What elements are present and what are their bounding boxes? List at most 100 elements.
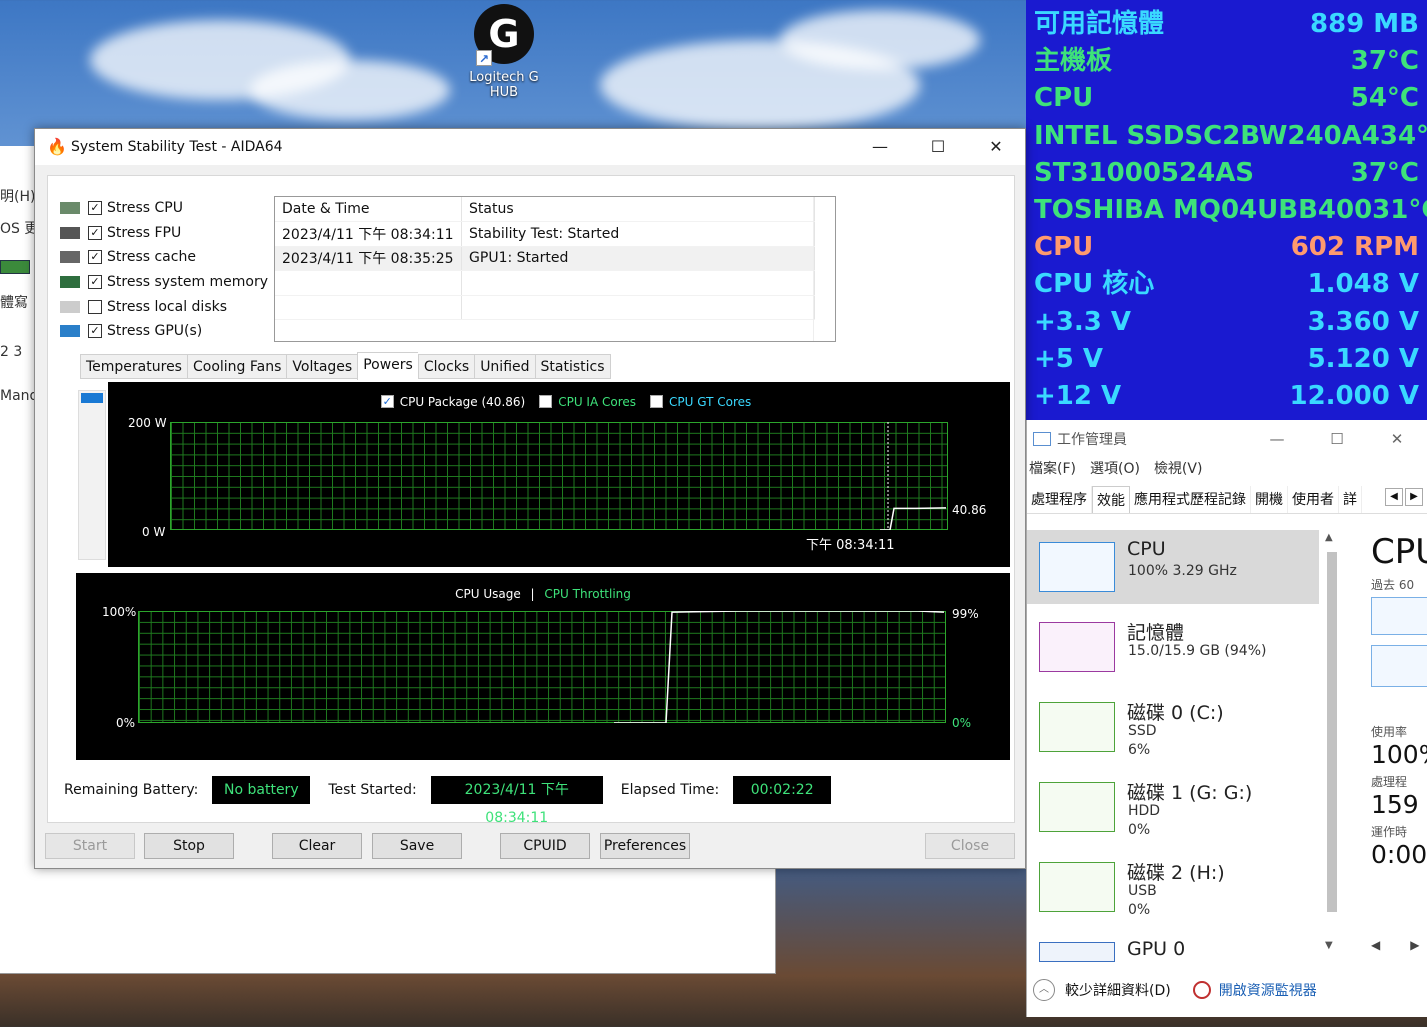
sensor-value: 602 RPM (1290, 232, 1419, 263)
sensor-label: CPU 核心 (1034, 269, 1155, 300)
logitech-g-logo-icon: G ↗ (474, 4, 534, 66)
table-row[interactable]: 2023/4/11 下午 08:34:11 Stability Test: St… (275, 221, 815, 247)
cpu-chip-icon (60, 202, 80, 215)
tm-tab[interactable]: 詳 (1339, 486, 1362, 513)
tm-menu-bar: 檔案(F) 選項(O) 檢視(V) (1027, 458, 1427, 482)
sensor-label: CPU (1034, 83, 1094, 114)
chevron-up-icon[interactable]: ▲ (1325, 532, 1333, 543)
col-header-datetime[interactable]: Date & Time (275, 197, 463, 222)
close-window-button[interactable]: ✕ (967, 129, 1025, 165)
tab-clocks[interactable]: Clocks (417, 354, 475, 379)
uptime-value: 0:00 (1371, 840, 1427, 869)
maximize-button[interactable]: ☐ (909, 129, 967, 165)
stress-checkbox[interactable]: ✓ (88, 324, 102, 339)
sensor-row: CPU 602 RPM (1026, 229, 1427, 266)
tab-cooling-fans[interactable]: Cooling Fans (186, 354, 287, 379)
sensor-value: 37°C (1350, 157, 1419, 188)
task-manager-window: 工作管理員 — ☐ ✕ 檔案(F) 選項(O) 檢視(V) 處理程序 效能 應用程式歷程… (1026, 420, 1427, 1017)
stop-button[interactable]: Stop (144, 833, 234, 859)
cpu-core-graph (1371, 597, 1427, 635)
tm-tab[interactable]: 開機 (1251, 486, 1288, 513)
tab-scroll-right-icon[interactable]: ▶ (1405, 488, 1423, 506)
tm-minimize-button[interactable]: — (1247, 430, 1307, 448)
tab-powers[interactable]: Powers (357, 352, 418, 380)
stress-option[interactable]: Stress local disks (60, 294, 268, 319)
chevron-down-icon[interactable]: ▼ (1325, 940, 1333, 951)
y-axis-bottom-label: 0 W (142, 525, 166, 539)
right-bottom-label: 0% (952, 716, 972, 730)
sensor-label: 主機板 (1034, 46, 1113, 77)
stress-checkbox[interactable]: ✓ (88, 225, 102, 240)
minimize-button[interactable]: — (851, 129, 909, 165)
perf-list-scrollbar[interactable]: ▲ ▼ (1323, 532, 1341, 958)
graph-list-scrollbar[interactable] (78, 390, 106, 560)
legend-checkbox[interactable] (650, 395, 664, 408)
chevron-up-circle-icon[interactable]: ︿ (1033, 979, 1055, 1001)
stress-checkbox[interactable]: ✓ (88, 250, 102, 265)
sensor-row: +12 V 12.000 V (1026, 378, 1427, 415)
tab-scroll-left-icon[interactable]: ◀ (1385, 488, 1403, 506)
sensor-row: CPU 核心 1.048 V (1026, 266, 1427, 303)
perf-list-item[interactable]: 磁碟 1 (G: G:) HDD 0% (1027, 770, 1319, 850)
perf-item-detail: 15.0/15.9 GB (94%) (1128, 642, 1266, 661)
log-scrollbar[interactable] (813, 197, 835, 341)
stress-checkbox[interactable]: ✓ (88, 275, 102, 290)
tm-tab[interactable]: 效能 (1092, 486, 1130, 513)
cpuid-button[interactable]: CPUID (500, 833, 590, 859)
save-button[interactable]: Save (372, 833, 462, 859)
sensor-row: TOSHIBA MQ04UBB40031°C (1026, 192, 1427, 229)
perf-list-item[interactable]: CPU 100% 3.29 GHz (1027, 530, 1319, 604)
bg-window-text: Mand (0, 388, 39, 404)
scroll-right-icon[interactable]: ▶ (1410, 938, 1419, 952)
scrollbar-thumb[interactable] (81, 393, 103, 403)
logitech-ghub-desktop-icon[interactable]: G ↗ Logitech G HUB (458, 4, 550, 100)
tm-close-button[interactable]: ✕ (1367, 430, 1427, 448)
perf-list-item[interactable]: 記憶體 15.0/15.9 GB (94%) (1027, 610, 1319, 690)
fewer-details-link[interactable]: 較少詳細資料(D) (1065, 980, 1171, 1000)
tm-tab[interactable]: 處理程序 (1027, 486, 1092, 513)
resource-monitor-link[interactable]: 開啟資源監視器 (1192, 980, 1317, 1000)
stress-option[interactable]: ✓ Stress cache (60, 245, 268, 270)
tab-temperatures[interactable]: Temperatures (80, 354, 187, 379)
sensor-row: 主機板 37°C (1026, 43, 1427, 80)
test-started-value: 2023/4/11 下午 08:34:11 (430, 776, 603, 826)
start-button[interactable]: Start (45, 833, 135, 859)
legend-checkbox[interactable] (539, 395, 553, 408)
tm-tab[interactable]: 應用程式歷程記錄 (1130, 486, 1251, 513)
tab-unified[interactable]: Unified (474, 354, 535, 379)
tab-statistics[interactable]: Statistics (534, 354, 611, 379)
perf-list-item[interactable]: 磁碟 2 (H:) USB 0% (1027, 850, 1319, 930)
y-axis-top-label: 100% (102, 605, 137, 619)
stress-option[interactable]: ✓ Stress CPU (60, 196, 268, 221)
table-row[interactable]: 2023/4/11 下午 08:35:25 GPU1: Started (275, 246, 815, 271)
stress-option[interactable]: ✓ Stress FPU (60, 221, 268, 246)
test-started-label: Test Started: (328, 782, 417, 798)
scrollbar-thumb[interactable] (1327, 552, 1337, 912)
stress-option[interactable]: ✓ Stress system memory (60, 270, 268, 295)
col-header-status[interactable]: Status (461, 197, 815, 222)
stress-checkbox[interactable]: ✓ (88, 201, 102, 216)
tab-voltages[interactable]: Voltages (286, 354, 358, 379)
menu-item[interactable]: 檔案(F) (1029, 458, 1076, 482)
menu-item[interactable]: 檢視(V) (1154, 458, 1203, 482)
tm-maximize-button[interactable]: ☐ (1307, 430, 1367, 448)
process-label: 處理程 (1371, 775, 1408, 789)
sensor-overlay-panel: 可用記憶體 889 MB 主機板 37°C CPU 54°C INTEL SSDSC2BW2… (1026, 0, 1427, 420)
y-axis-top-label: 200 W (128, 416, 167, 430)
menu-item[interactable]: 選項(O) (1090, 458, 1140, 482)
preferences-button[interactable]: Preferences (600, 833, 690, 859)
power-graph: ✓ CPU Package (40.86) CPU IA Cores CPU GT C… (108, 382, 1010, 567)
cpu-usage-legend: CPU Usage | CPU Throttling (76, 586, 1010, 601)
tm-tab[interactable]: 使用者 (1288, 486, 1339, 513)
stress-checkbox[interactable] (88, 299, 102, 314)
legend-checkbox[interactable]: ✓ (380, 395, 394, 408)
scroll-left-icon[interactable]: ◀ (1371, 938, 1380, 952)
cpu-detail-panel: CPU 過去 60 使用率 100% 處理程 159 運作時 0:00 (1371, 532, 1427, 972)
event-log-table[interactable]: Date & Time Status 2023/4/11 下午 08:34:11… (274, 196, 836, 342)
stress-option[interactable]: ✓ Stress GPU(s) (60, 319, 268, 344)
perf-list-item[interactable]: 磁碟 0 (C:) SSD 6% (1027, 690, 1319, 770)
bg-window-text: 體寫 (0, 295, 28, 311)
clear-button[interactable]: Clear (272, 833, 362, 859)
perf-item-name: 磁碟 0 (C:) (1127, 702, 1224, 724)
close-button[interactable]: Close (925, 833, 1015, 859)
